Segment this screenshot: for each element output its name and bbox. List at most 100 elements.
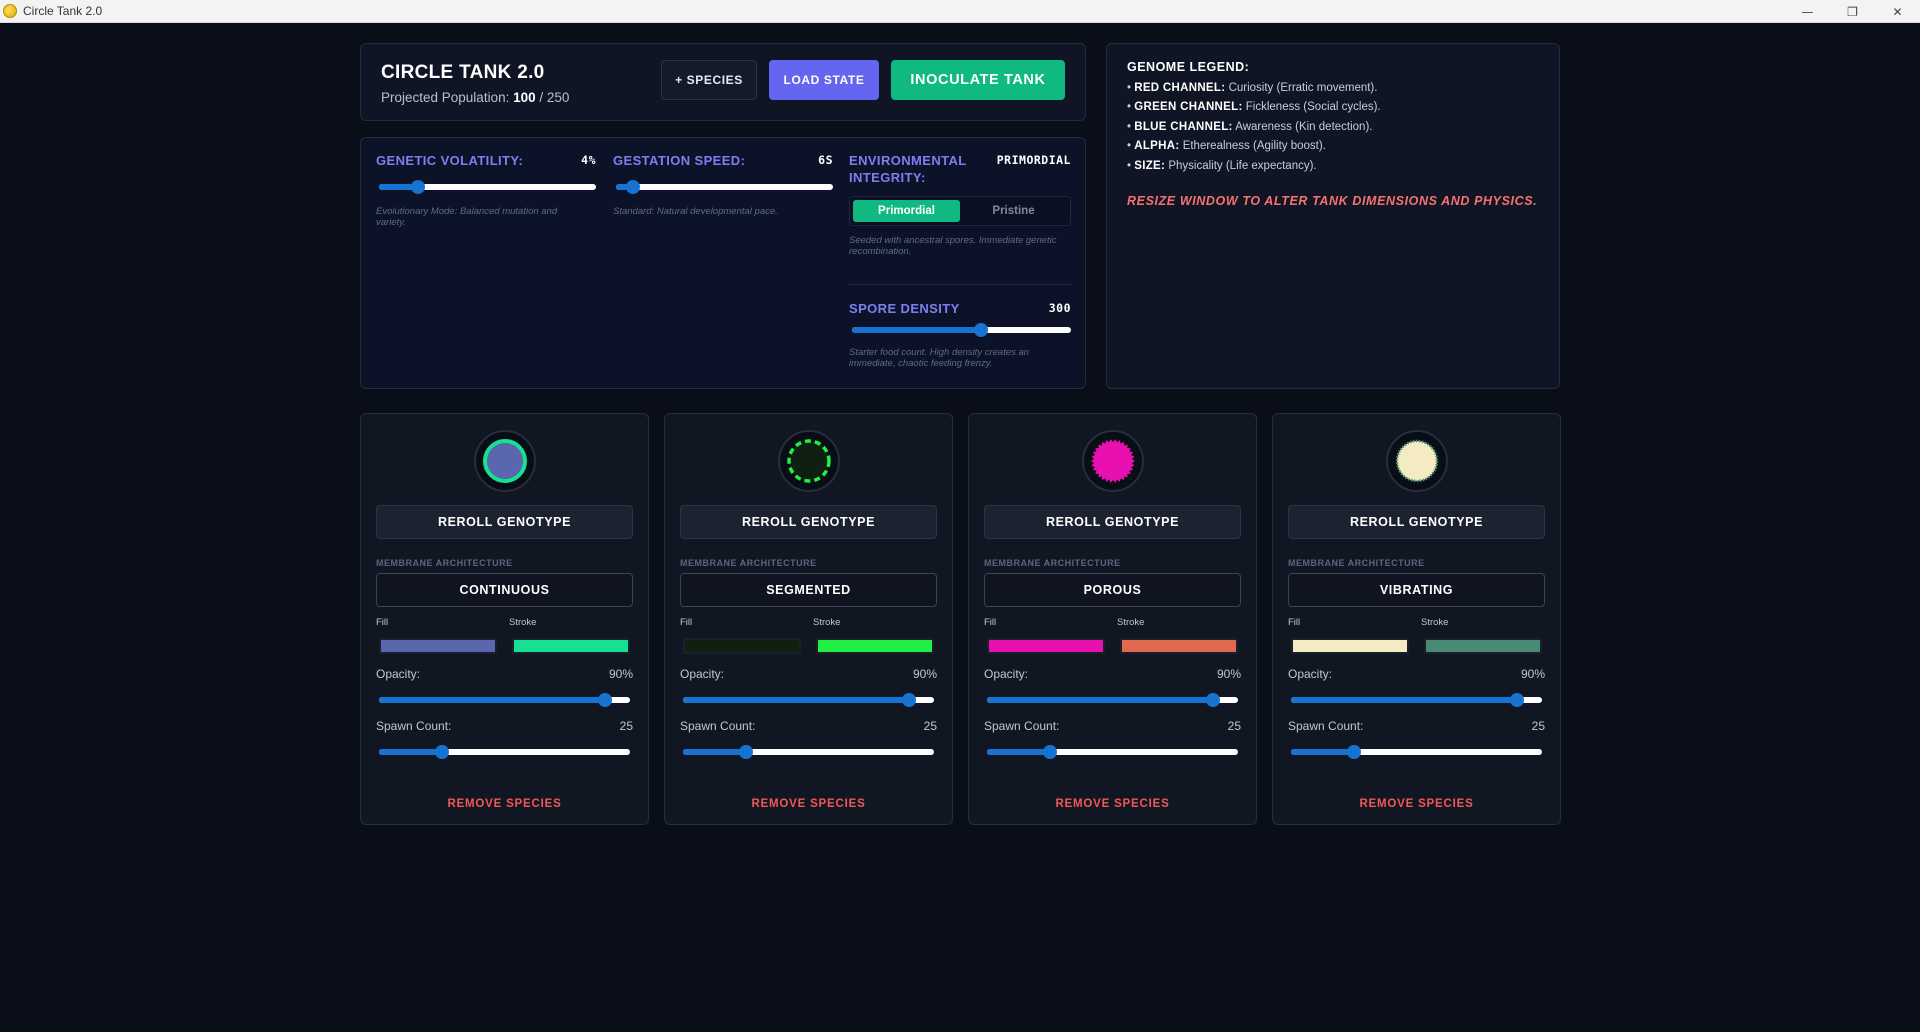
membrane-preview — [474, 430, 536, 492]
window-title: Circle Tank 2.0 — [23, 4, 103, 18]
environment-option-pristine[interactable]: Pristine — [960, 200, 1067, 222]
minimize-icon[interactable]: — — [1785, 0, 1830, 23]
species-card-1: REROLL GENOTYPE MEMBRANE ARCHITECTURE CO… — [360, 413, 649, 825]
membrane-architecture-select[interactable]: SEGMENTED — [680, 573, 937, 607]
remove-species-button[interactable]: REMOVE SPECIES — [969, 798, 1256, 810]
spawn-count-label: Spawn Count: — [680, 719, 756, 733]
stroke-label: Stroke — [813, 617, 841, 628]
spawn-count-label: Spawn Count: — [984, 719, 1060, 733]
membrane-preview — [1082, 430, 1144, 492]
stroke-label: Stroke — [1117, 617, 1145, 628]
slider-thumb[interactable] — [626, 180, 641, 194]
gestation-hint: Standard: Natural developmental pace. — [613, 206, 778, 217]
remove-species-button[interactable]: REMOVE SPECIES — [1273, 798, 1560, 810]
spawn-count-value: 25 — [619, 719, 633, 733]
spore-value: 300 — [1048, 301, 1071, 315]
volatility-slider[interactable] — [379, 180, 596, 194]
fill-color-swatch[interactable] — [1291, 638, 1409, 654]
opacity-value: 90% — [608, 667, 633, 681]
spore-hint: Starter food count. High density creates… — [849, 347, 1030, 369]
population-current: 100 — [513, 90, 536, 105]
legend-item-blue: • BLUE CHANNEL: Awareness (Kin detection… — [1127, 120, 1373, 133]
legend-list: • RED CHANNEL: Curiosity (Erratic moveme… — [1127, 79, 1381, 176]
fill-label: Fill — [1288, 617, 1301, 628]
inoculate-tank-button[interactable]: INOCULATE TANK — [891, 60, 1065, 100]
spawn-count-slider[interactable] — [683, 745, 934, 759]
reroll-genotype-button[interactable]: REROLL GENOTYPE — [376, 505, 633, 539]
membrane-architecture-select[interactable]: POROUS — [984, 573, 1241, 607]
environment-label: ENVIRONMENTAL INTEGRITY: — [849, 153, 967, 185]
stroke-color-swatch[interactable] — [1120, 638, 1238, 654]
spawn-count-value: 25 — [1227, 719, 1241, 733]
reroll-genotype-button[interactable]: REROLL GENOTYPE — [680, 505, 937, 539]
organism-icon — [1091, 439, 1135, 483]
fill-color-swatch[interactable] — [683, 638, 801, 654]
membrane-architecture-label: MEMBRANE ARCHITECTURE — [1288, 558, 1425, 568]
stroke-color-swatch[interactable] — [1424, 638, 1542, 654]
environment-option-primordial[interactable]: Primordial — [853, 200, 960, 222]
projected-population: Projected Population: 100 / 250 — [381, 90, 569, 105]
stroke-label: Stroke — [1421, 617, 1449, 628]
gestation-slider[interactable] — [616, 180, 833, 194]
membrane-architecture-select[interactable]: VIBRATING — [1288, 573, 1545, 607]
legend-item-size: • SIZE: Physicality (Life expectancy). — [1127, 159, 1317, 172]
species-card-2: REROLL GENOTYPE MEMBRANE ARCHITECTURE SE… — [664, 413, 953, 825]
stroke-color-swatch[interactable] — [512, 638, 630, 654]
window-titlebar: Circle Tank 2.0 — ❐ ✕ — [0, 0, 1920, 23]
fill-label: Fill — [680, 617, 693, 628]
spawn-count-slider[interactable] — [1291, 745, 1542, 759]
slider-thumb[interactable] — [597, 693, 612, 707]
species-card-4: REROLL GENOTYPE MEMBRANE ARCHITECTURE VI… — [1272, 413, 1561, 825]
close-icon[interactable]: ✕ — [1875, 0, 1920, 23]
settings-panel: GENETIC VOLATILITY: 4% Evolutionary Mode… — [360, 137, 1086, 389]
spawn-count-slider[interactable] — [379, 745, 630, 759]
membrane-preview — [778, 430, 840, 492]
legend-item-alpha: • ALPHA: Etherealness (Agility boost). — [1127, 140, 1326, 153]
stroke-color-swatch[interactable] — [816, 638, 934, 654]
slider-thumb[interactable] — [434, 745, 449, 759]
environment-value: PRIMORDIAL — [996, 153, 1071, 167]
remove-species-button[interactable]: REMOVE SPECIES — [665, 798, 952, 810]
slider-thumb[interactable] — [1042, 745, 1057, 759]
spore-label: SPORE DENSITY — [849, 301, 960, 316]
slider-thumb[interactable] — [1205, 693, 1220, 707]
organism-icon — [1395, 439, 1439, 483]
reroll-genotype-button[interactable]: REROLL GENOTYPE — [984, 505, 1241, 539]
fill-color-swatch[interactable] — [987, 638, 1105, 654]
spore-slider[interactable] — [852, 323, 1071, 337]
membrane-preview — [1386, 430, 1448, 492]
opacity-slider[interactable] — [379, 693, 630, 707]
opacity-slider[interactable] — [1291, 693, 1542, 707]
opacity-slider[interactable] — [683, 693, 934, 707]
slider-thumb[interactable] — [411, 180, 426, 194]
slider-thumb[interactable] — [1346, 745, 1361, 759]
load-state-button[interactable]: LOAD STATE — [769, 60, 879, 100]
page-title: CIRCLE TANK 2.0 — [381, 62, 545, 83]
window-controls: — ❐ ✕ — [1785, 0, 1920, 23]
add-species-button[interactable]: + SPECIES — [661, 60, 757, 100]
membrane-architecture-select[interactable]: CONTINUOUS — [376, 573, 633, 607]
genome-legend-panel: GENOME LEGEND: • RED CHANNEL: Curiosity … — [1106, 43, 1560, 389]
slider-thumb[interactable] — [738, 745, 753, 759]
legend-item-green: • GREEN CHANNEL: Fickleness (Social cycl… — [1127, 101, 1381, 114]
organism-icon — [483, 439, 527, 483]
slider-thumb[interactable] — [1509, 693, 1524, 707]
stroke-label: Stroke — [509, 617, 537, 628]
legend-title: GENOME LEGEND: — [1127, 60, 1250, 74]
slider-thumb[interactable] — [901, 693, 916, 707]
opacity-value: 90% — [1216, 667, 1241, 681]
header-panel: CIRCLE TANK 2.0 Projected Population: 10… — [360, 43, 1086, 121]
opacity-slider[interactable] — [987, 693, 1238, 707]
opacity-label: Opacity: — [680, 667, 725, 681]
fill-label: Fill — [984, 617, 997, 628]
spawn-count-slider[interactable] — [987, 745, 1238, 759]
restore-icon[interactable]: ❐ — [1830, 0, 1875, 23]
remove-species-button[interactable]: REMOVE SPECIES — [361, 798, 648, 810]
membrane-architecture-label: MEMBRANE ARCHITECTURE — [376, 558, 513, 568]
opacity-label: Opacity: — [376, 667, 421, 681]
slider-thumb[interactable] — [974, 323, 989, 337]
reroll-genotype-button[interactable]: REROLL GENOTYPE — [1288, 505, 1545, 539]
app-icon — [3, 4, 17, 18]
opacity-label: Opacity: — [984, 667, 1029, 681]
fill-color-swatch[interactable] — [379, 638, 497, 654]
